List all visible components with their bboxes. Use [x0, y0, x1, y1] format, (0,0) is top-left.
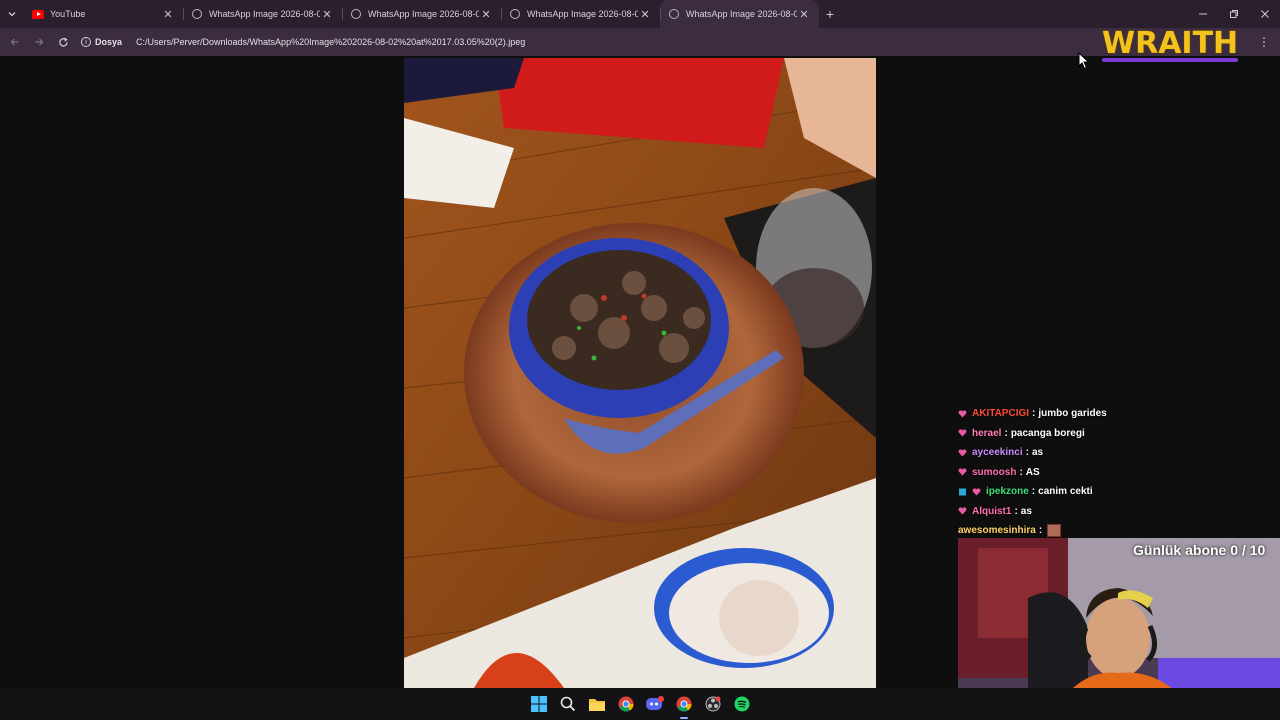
- cube-badge-icon: [958, 488, 967, 496]
- chat-text: as: [1031, 447, 1044, 459]
- chat-text: jumbo garides: [1038, 408, 1107, 420]
- tab-title: WhatsApp Image 2026-08-02 a: [527, 9, 638, 19]
- close-icon: [1260, 10, 1269, 18]
- file-scheme-label: Dosya: [95, 37, 123, 47]
- chat-text: pacanga boregi: [1010, 427, 1085, 439]
- food-photo[interactable]: [404, 58, 876, 688]
- chat-username: ipekzone: [986, 486, 1029, 498]
- file-explorer-icon[interactable]: [586, 693, 608, 715]
- tab-search-button[interactable]: [0, 0, 24, 28]
- mouse-cursor-icon: [1078, 51, 1090, 75]
- chat-text: as: [1020, 505, 1032, 517]
- restore-icon: [1229, 10, 1238, 18]
- chat-separator: :: [1004, 427, 1008, 439]
- sub-goal-counter: Günlük abone 0 / 10: [1133, 542, 1266, 558]
- brand-text: WRAITH: [1102, 26, 1239, 61]
- chat-username: ayceekinci: [972, 447, 1023, 459]
- close-tab-icon[interactable]: ✕: [320, 8, 334, 21]
- heart-badge-icon: [958, 410, 967, 418]
- chat-message: ipekzone: canim cekti: [958, 482, 1278, 502]
- close-window-button[interactable]: [1249, 0, 1280, 28]
- globe-icon: [668, 8, 680, 20]
- chat-separator: :: [1014, 505, 1018, 517]
- chat-message: herael: pacanga boregi: [958, 424, 1278, 444]
- heart-badge-icon: [972, 488, 981, 496]
- chat-separator: :: [1019, 466, 1023, 478]
- youtube-icon: [32, 8, 44, 20]
- chat-text: canim cekti: [1038, 486, 1093, 498]
- obs-icon[interactable]: [702, 693, 724, 715]
- spotify-icon[interactable]: [731, 693, 753, 715]
- chat-message: ayceekinci: as: [958, 443, 1278, 463]
- chat-separator: :: [1025, 447, 1029, 459]
- heart-badge-icon: [958, 468, 967, 476]
- chat-overlay: AKITAPCIGI: jumbo garides herael: pacanga b…: [958, 404, 1278, 541]
- reload-icon: [58, 37, 68, 47]
- heart-badge-icon: [958, 429, 967, 437]
- chat-username: Alquist1: [972, 505, 1012, 517]
- globe-icon: [350, 8, 362, 20]
- chat-username: awesomesinhira: [958, 525, 1036, 537]
- reload-button[interactable]: [51, 28, 75, 56]
- close-tab-icon[interactable]: ✕: [161, 8, 175, 21]
- restore-button[interactable]: [1218, 0, 1249, 28]
- tab-strip: YouTube✕WhatsApp Image 2026-08-02 a✕What…: [0, 0, 1280, 28]
- windows-start-icon[interactable]: [528, 693, 550, 715]
- menu-icon[interactable]: ⋮: [1258, 35, 1270, 49]
- minimize-icon: [1198, 13, 1207, 15]
- chat-username: sumoosh: [972, 466, 1017, 478]
- tab-title: WhatsApp Image 2026-08-02 a: [209, 9, 320, 19]
- back-button[interactable]: [3, 28, 27, 56]
- chat-message: sumoosh: AS: [958, 463, 1278, 483]
- mushroom-dish-image: [404, 58, 876, 688]
- close-tab-icon[interactable]: ✕: [797, 8, 811, 21]
- arrow-right-icon: [35, 38, 44, 46]
- globe-icon: [509, 8, 521, 20]
- arrow-left-icon: [10, 38, 19, 46]
- info-icon[interactable]: i: [81, 37, 91, 47]
- chevron-down-icon: [8, 12, 16, 17]
- tab-title: YouTube: [50, 9, 86, 19]
- tab-title: WhatsApp Image 2026-08-02 a: [368, 9, 479, 19]
- discord-icon[interactable]: [644, 693, 666, 715]
- browser-tab[interactable]: WhatsApp Image 2026-08-02 a✕: [660, 0, 819, 28]
- browser-tab[interactable]: WhatsApp Image 2026-08-02 a✕: [342, 0, 501, 28]
- tab-title: WhatsApp Image 2026-08-02 a: [686, 9, 797, 19]
- forward-button[interactable]: [27, 28, 51, 56]
- close-tab-icon[interactable]: ✕: [479, 8, 493, 21]
- window-controls: [1187, 0, 1280, 28]
- chat-separator: :: [1032, 408, 1036, 420]
- brand-bar: [1102, 58, 1238, 62]
- chat-username: AKITAPCIGI: [972, 408, 1030, 420]
- windows-taskbar: [0, 688, 1280, 720]
- new-tab-button[interactable]: +: [819, 6, 841, 22]
- chat-message: Alquist1: as: [958, 502, 1278, 522]
- heart-badge-icon: [958, 449, 967, 457]
- chat-separator: :: [1031, 486, 1036, 498]
- chrome-icon[interactable]: [673, 693, 695, 719]
- chrome-icon[interactable]: [615, 693, 637, 715]
- browser-tab[interactable]: WhatsApp Image 2026-08-02 a✕: [183, 0, 342, 28]
- browser-tab[interactable]: YouTube ✕: [24, 0, 183, 28]
- chat-username: herael: [972, 427, 1002, 439]
- browser-tab[interactable]: WhatsApp Image 2026-08-02 a✕: [501, 0, 660, 28]
- heart-badge-icon: [958, 507, 967, 515]
- close-tab-icon[interactable]: ✕: [638, 8, 652, 21]
- minimize-button[interactable]: [1187, 0, 1218, 28]
- chat-text: AS: [1025, 466, 1040, 478]
- address-bar[interactable]: i Dosya C:/Users/Perver/Downloads/WhatsA…: [81, 31, 525, 53]
- emote-icon: [1047, 524, 1062, 538]
- wraith-logo: WRAITH: [1100, 26, 1240, 62]
- globe-icon: [191, 8, 203, 20]
- search-icon[interactable]: [557, 693, 579, 715]
- chat-message: AKITAPCIGI: jumbo garides: [958, 404, 1278, 424]
- chat-separator: :: [1038, 525, 1043, 537]
- url-text[interactable]: C:/Users/Perver/Downloads/WhatsApp%20Ima…: [136, 37, 525, 47]
